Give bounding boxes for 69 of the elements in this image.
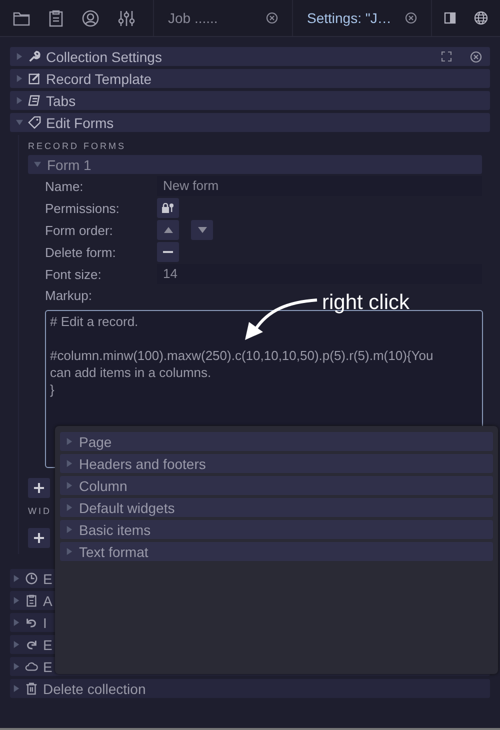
menu-item[interactable]: Page xyxy=(60,432,493,451)
menu-item-label: Basic items xyxy=(79,522,151,538)
section-heading: RECORD FORMS xyxy=(28,141,126,151)
plus-icon xyxy=(34,483,44,493)
section-header[interactable]: Delete collection xyxy=(10,679,490,698)
menu-item-label: Default widgets xyxy=(79,500,175,516)
menu-item-label: Text format xyxy=(79,544,148,560)
move-down-button[interactable] xyxy=(191,220,213,240)
menu-item[interactable]: Default widgets xyxy=(60,498,493,517)
up-triangle-icon xyxy=(164,227,172,233)
tag-icon xyxy=(28,116,41,129)
section-title: E xyxy=(43,658,52,674)
section-header[interactable]: Record Template xyxy=(10,69,490,88)
section-title: E xyxy=(43,636,52,652)
section-heading: WID xyxy=(28,506,52,516)
menu-item-label: Page xyxy=(79,434,112,450)
menu-item-label: Column xyxy=(79,478,128,494)
delete-button[interactable] xyxy=(157,242,179,262)
redo-arrow-icon xyxy=(25,638,38,651)
field-label: Form order: xyxy=(45,222,114,238)
user-circle-icon[interactable] xyxy=(82,10,99,26)
section-title: Collection Settings xyxy=(46,48,162,64)
sidebar-panel-icon[interactable] xyxy=(444,12,456,24)
plus-icon xyxy=(34,533,44,543)
move-up-button[interactable] xyxy=(157,220,179,240)
section-header[interactable]: Collection Settings xyxy=(10,47,490,66)
add-button[interactable] xyxy=(28,478,50,498)
field-label: Font size: xyxy=(45,266,102,282)
minus-icon xyxy=(163,251,173,253)
stacked-pages-icon xyxy=(28,94,41,107)
section-title: Edit Forms xyxy=(46,114,114,130)
add-button[interactable] xyxy=(28,528,50,548)
section-title: Tabs xyxy=(46,92,76,108)
clipboard-icon xyxy=(25,594,38,607)
field-label: Delete form: xyxy=(45,244,117,260)
clipboard-icon[interactable] xyxy=(49,10,63,26)
down-triangle-icon xyxy=(198,227,206,233)
menu-item[interactable]: Text format xyxy=(60,542,493,561)
permissions-button[interactable] xyxy=(157,198,179,218)
edit-document-icon xyxy=(28,72,41,85)
tab[interactable]: Settings: "J… xyxy=(293,0,432,36)
lock-key-icon xyxy=(162,203,174,213)
section-title: Delete collection xyxy=(43,680,146,696)
clock-icon xyxy=(25,572,38,585)
field-label: Permissions: xyxy=(45,200,120,216)
section-title: E xyxy=(43,570,52,586)
section-header[interactable]: Tabs xyxy=(10,91,490,110)
menu-item[interactable]: Headers and footers xyxy=(60,454,493,473)
undo-arrow-icon xyxy=(25,616,38,629)
tab[interactable]: Job ...... xyxy=(154,0,293,36)
form-title: Form 1 xyxy=(47,156,92,172)
field-label: Markup: xyxy=(45,287,93,305)
expand-icon[interactable] xyxy=(441,51,452,62)
section-title: Record Template xyxy=(46,70,152,86)
trash-icon xyxy=(25,682,38,695)
section-title: A xyxy=(43,592,52,608)
menu-item[interactable]: Column xyxy=(60,476,493,495)
section-header[interactable]: Edit Forms xyxy=(10,113,490,132)
sliders-icon[interactable] xyxy=(118,10,135,26)
close-icon[interactable] xyxy=(405,12,417,24)
form-header[interactable]: Form 1 xyxy=(28,155,482,174)
close-icon[interactable] xyxy=(470,50,482,62)
field-label: Name: xyxy=(45,178,84,194)
globe-icon[interactable] xyxy=(474,11,488,25)
section-title: I xyxy=(43,614,47,630)
cloud-icon xyxy=(25,660,38,673)
menu-item[interactable]: Basic items xyxy=(60,520,493,539)
folder-icon[interactable] xyxy=(13,10,30,26)
close-icon[interactable] xyxy=(266,12,278,24)
